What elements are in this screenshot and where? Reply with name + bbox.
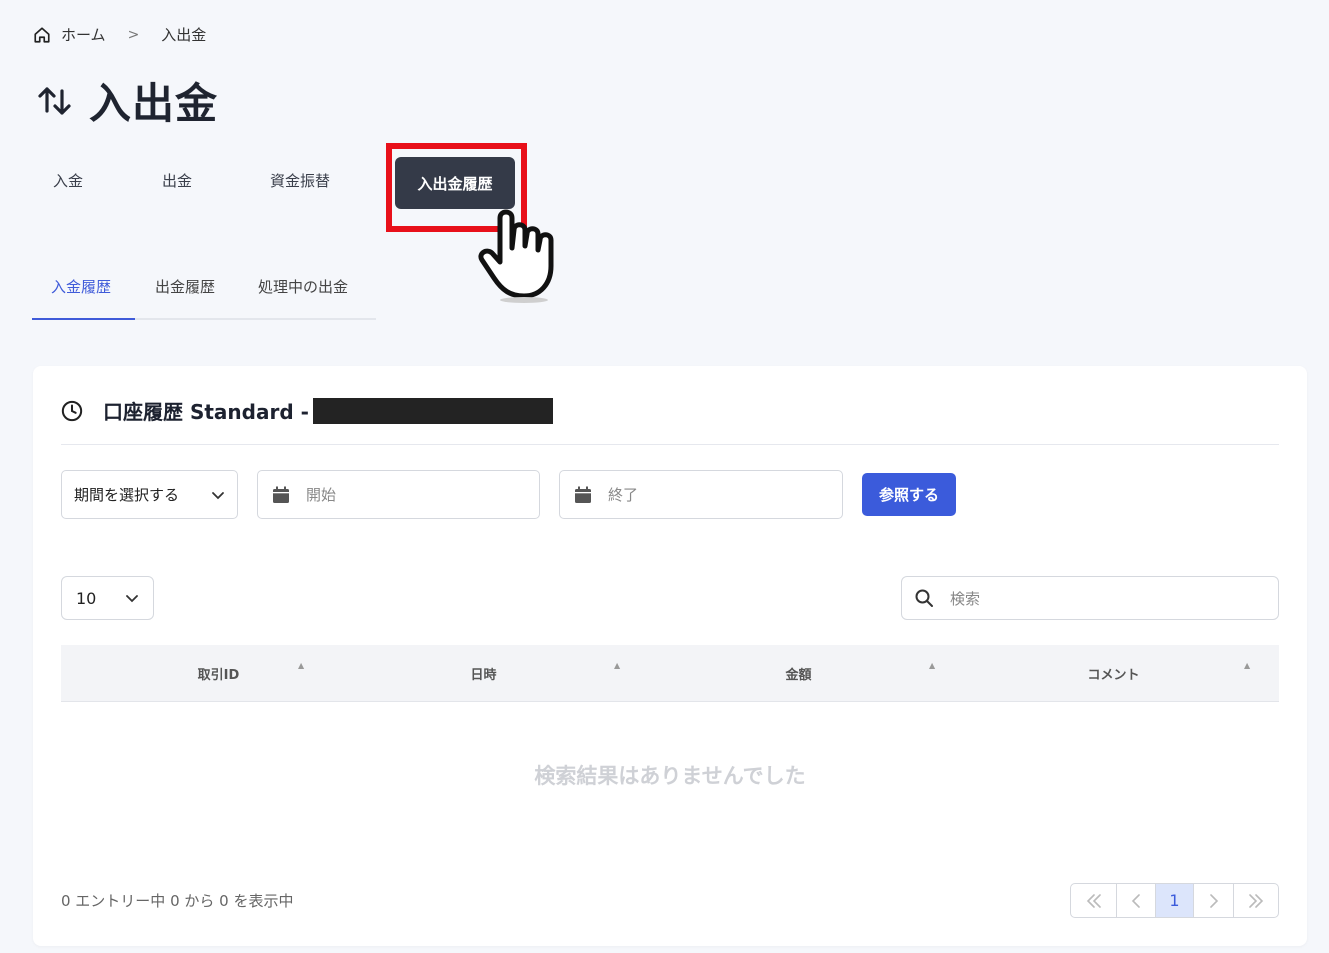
sort-icon: ▲ <box>614 661 621 670</box>
end-date-field[interactable]: 終了 <box>559 470 843 519</box>
sort-icon: ▲ <box>298 661 305 670</box>
search-placeholder: 検索 <box>950 589 981 608</box>
column-header-comment[interactable]: コメント ▲ <box>956 645 1271 702</box>
chevron-down-icon <box>212 491 224 499</box>
tab-withdrawal[interactable]: 出金 <box>162 170 192 191</box>
start-date-placeholder: 開始 <box>306 486 337 504</box>
chevron-left-icon <box>1131 893 1140 908</box>
column-label: 取引ID <box>197 668 240 683</box>
column-label: コメント <box>1087 668 1140 683</box>
tab-pending-withdrawal[interactable]: 処理中の出金 <box>258 276 348 297</box>
search-input[interactable]: 検索 <box>901 576 1279 620</box>
active-tab-underline <box>32 318 135 320</box>
page-size-select[interactable]: 10 <box>61 576 154 620</box>
column-header-amount[interactable]: 金額 ▲ <box>641 645 956 702</box>
empty-results-message: 検索結果はありませんでした <box>534 764 806 788</box>
home-icon[interactable] <box>33 26 51 44</box>
page-size-value: 10 <box>76 588 97 608</box>
tab-deposit-history[interactable]: 入金履歴 <box>51 276 111 297</box>
column-label: 金額 <box>785 668 812 683</box>
pagination: 1 <box>1070 883 1279 918</box>
divider <box>61 444 1279 445</box>
chevron-right-icon <box>1209 893 1218 908</box>
sub-tabs: 入金履歴 出金履歴 処理中の出金 <box>32 270 376 320</box>
tab-withdrawal-history[interactable]: 出金履歴 <box>155 276 215 297</box>
entry-info: 0 エントリー中 0 から 0 を表示中 <box>61 892 294 910</box>
reference-button[interactable]: 参照する <box>862 473 956 516</box>
double-chevron-left-icon <box>1086 893 1101 908</box>
start-date-field[interactable]: 開始 <box>257 470 540 519</box>
next-page-button[interactable] <box>1194 884 1234 917</box>
breadcrumb-home[interactable]: ホーム <box>61 24 106 45</box>
calendar-icon <box>575 486 591 503</box>
breadcrumb-current: 入出金 <box>161 26 207 44</box>
page-title: 入出金 <box>35 70 218 131</box>
tab-fund-transfer[interactable]: 資金振替 <box>270 170 330 191</box>
first-page-button[interactable] <box>1071 884 1117 917</box>
double-chevron-right-icon <box>1249 893 1264 908</box>
page-button-current[interactable]: 1 <box>1156 884 1194 917</box>
clock-icon <box>61 400 83 421</box>
table-header: 取引ID ▲ 日時 ▲ 金額 ▲ コメント ▲ <box>61 645 1279 702</box>
hand-pointer-icon <box>478 209 554 303</box>
transfer-arrows-icon <box>38 86 71 115</box>
column-label: 日時 <box>470 668 497 683</box>
prev-page-button[interactable] <box>1117 884 1156 917</box>
column-header-datetime[interactable]: 日時 ▲ <box>326 645 641 702</box>
page-title-text: 入出金 <box>89 79 219 128</box>
calendar-icon <box>273 486 289 503</box>
breadcrumb: ホーム > 入出金 <box>33 24 206 45</box>
card-header: 口座履歴 Standard - <box>61 396 553 425</box>
sort-icon: ▲ <box>929 661 936 670</box>
period-select-value: 期間を選択する <box>74 486 180 504</box>
end-date-placeholder: 終了 <box>608 486 639 504</box>
account-history-card: 口座履歴 Standard - 期間を選択する 開始 終了 参照する 10 検索… <box>33 366 1307 946</box>
card-title: 口座履歴 Standard - <box>103 400 309 424</box>
last-page-button[interactable] <box>1234 884 1278 917</box>
period-select[interactable]: 期間を選択する <box>61 470 238 519</box>
sort-icon: ▲ <box>1244 661 1251 670</box>
redacted-account-number <box>312 397 553 424</box>
chevron-down-icon <box>126 595 138 603</box>
tab-deposit[interactable]: 入金 <box>53 170 83 191</box>
chevron-right-icon: > <box>127 26 140 43</box>
search-icon <box>915 589 933 607</box>
